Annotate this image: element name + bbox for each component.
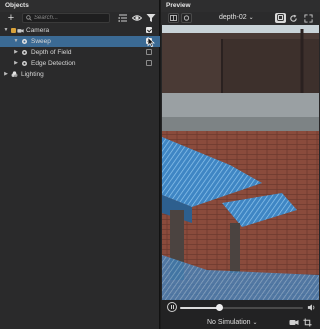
snapshot-icon	[277, 14, 284, 21]
lock-icon	[11, 28, 16, 33]
visibility-checkbox[interactable]	[146, 49, 152, 55]
tree-item-label: Lighting	[21, 71, 44, 78]
tree-item-camera[interactable]: ▼ Camera	[0, 25, 160, 36]
chevron-down-icon: ⌄	[248, 15, 254, 21]
split-view-button[interactable]	[168, 13, 179, 23]
collapse-arrow-icon[interactable]: ▼	[13, 36, 19, 47]
preview-render-image	[162, 25, 319, 300]
split-view-icon	[170, 15, 177, 21]
search-input[interactable]	[34, 14, 108, 22]
search-field[interactable]	[22, 13, 110, 23]
visibility-eye-icon[interactable]	[132, 13, 142, 23]
tree-item-lighting[interactable]: ▶ Lighting	[0, 69, 160, 80]
playback-bar: No Simulation ⌄	[161, 300, 320, 329]
tree-item-label: Sweep	[31, 38, 51, 45]
add-object-button[interactable]: +	[5, 12, 17, 24]
simulation-select-value: No Simulation	[207, 319, 251, 326]
preview-viewport[interactable]	[162, 25, 319, 300]
expand-arrow-icon[interactable]: ▶	[3, 69, 9, 80]
tree-item-depth-of-field[interactable]: ▶ Depth of Field	[0, 47, 160, 58]
expand-icon[interactable]	[304, 14, 313, 23]
preview-panel-title: Preview	[161, 0, 320, 12]
playback-slider-fill	[180, 307, 220, 309]
object-tree: ▼ Camera ▼ Sweep ▶ Depth of Field ▶ Edge…	[0, 25, 160, 80]
effect-node-icon	[21, 38, 28, 45]
camera-select-value: depth-02	[219, 14, 247, 21]
collapse-arrow-icon[interactable]: ▼	[3, 25, 9, 36]
expand-arrow-icon[interactable]: ▶	[13, 47, 19, 58]
pause-button[interactable]	[167, 302, 177, 312]
search-icon	[26, 15, 32, 21]
tree-item-label: Edge Detection	[31, 60, 76, 67]
objects-panel-title: Objects	[0, 0, 159, 12]
preview-panel: Preview depth-02 ⌄ No Simulation ⌄	[161, 0, 320, 329]
tree-item-sweep[interactable]: ▼ Sweep	[0, 36, 160, 47]
preview-toolbar: depth-02 ⌄	[161, 12, 320, 25]
playback-slider-knob[interactable]	[215, 304, 223, 311]
refresh-icon[interactable]	[289, 14, 298, 23]
visibility-checkbox[interactable]	[146, 60, 152, 66]
camera-icon	[17, 29, 24, 33]
tree-item-label: Camera	[26, 27, 50, 34]
chevron-down-icon: ⌄	[252, 320, 258, 326]
objects-panel: Objects + ▼	[0, 0, 160, 329]
camera-view-button[interactable]	[181, 13, 192, 23]
effect-node-icon	[21, 49, 28, 56]
crop-icon[interactable]	[303, 318, 312, 327]
playback-slider[interactable]	[180, 304, 303, 311]
effect-node-icon	[21, 60, 28, 67]
lighting-icon	[11, 71, 18, 77]
snapshot-button[interactable]	[275, 13, 286, 23]
expand-arrow-icon[interactable]: ▶	[13, 58, 19, 69]
camera-select[interactable]: depth-02 ⌄	[219, 13, 254, 23]
volume-icon[interactable]	[307, 303, 316, 312]
camera-view-icon	[183, 15, 190, 21]
filter-funnel-icon[interactable]	[146, 13, 156, 23]
mouse-cursor-icon	[147, 37, 155, 47]
list-filter-icon[interactable]	[118, 13, 128, 23]
visibility-checkbox[interactable]	[146, 27, 152, 33]
tree-item-label: Depth of Field	[31, 49, 72, 56]
simulation-select[interactable]: No Simulation ⌄	[207, 318, 258, 327]
tree-item-edge-detection[interactable]: ▶ Edge Detection	[0, 58, 160, 69]
record-video-icon[interactable]	[289, 318, 299, 327]
objects-toolbar: +	[0, 12, 160, 25]
